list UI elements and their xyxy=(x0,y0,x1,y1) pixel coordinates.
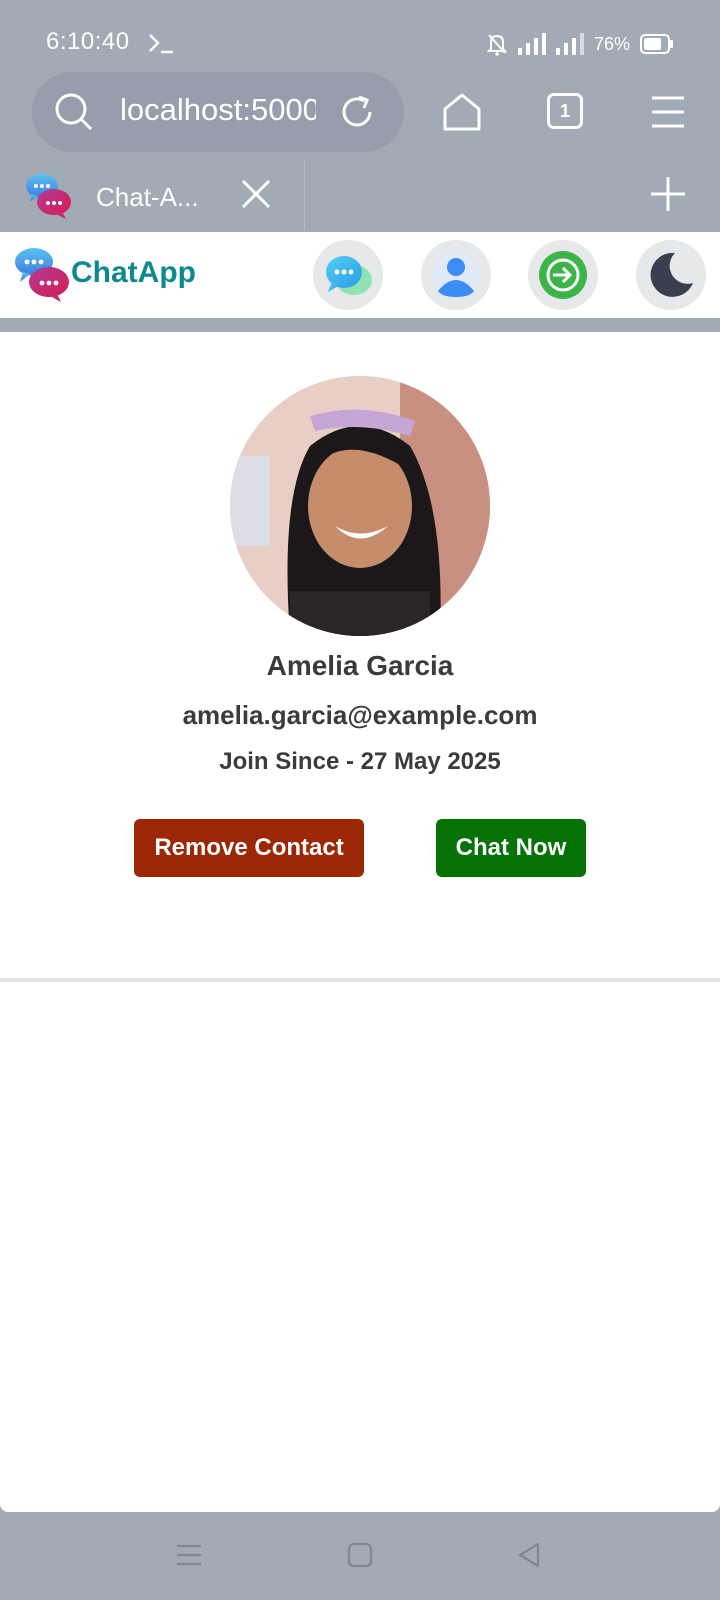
chats-nav-button[interactable] xyxy=(313,240,383,310)
remove-contact-button[interactable]: Remove Contact xyxy=(134,819,364,877)
menu-icon[interactable] xyxy=(650,94,686,130)
home-nav-icon[interactable] xyxy=(347,1542,373,1568)
moon-icon xyxy=(650,252,693,297)
battery-percentage: 76% xyxy=(593,33,630,54)
profile-name: Amelia Garcia xyxy=(266,650,454,681)
profile-avatar xyxy=(230,376,490,636)
theme-toggle-button[interactable] xyxy=(636,240,706,310)
chat-bubbles-icon xyxy=(326,256,372,295)
tab-title: Chat-A... xyxy=(96,182,199,212)
new-tab-icon[interactable] xyxy=(650,176,686,212)
login-icon xyxy=(539,251,587,299)
tab-divider xyxy=(304,160,305,230)
reload-icon[interactable] xyxy=(337,92,377,132)
profile-join-date: Join Since - 27 May 2025 xyxy=(219,748,501,775)
back-icon[interactable] xyxy=(516,1542,542,1568)
home-icon[interactable] xyxy=(441,91,483,133)
close-tab-icon[interactable] xyxy=(240,178,272,210)
app-navbar: ChatApp xyxy=(0,232,720,318)
battery-icon xyxy=(640,34,673,54)
mute-notifications-icon xyxy=(486,34,508,56)
profile-email: amelia.garcia@example.com xyxy=(182,700,538,730)
chat-favicon-icon xyxy=(26,174,71,219)
profile-card: Amelia Garcia amelia.garcia@example.com … xyxy=(0,332,720,1512)
signal-strength-2-icon xyxy=(555,33,584,55)
system-navigation-bar xyxy=(0,1512,720,1600)
url-text[interactable]: localhost:5000 xyxy=(120,92,316,128)
profile-nav-button[interactable] xyxy=(421,240,491,310)
search-icon xyxy=(55,93,93,131)
recent-apps-icon[interactable] xyxy=(176,1542,202,1568)
user-icon xyxy=(432,251,480,299)
signal-strength-icon xyxy=(517,33,546,55)
address-bar[interactable]: localhost:5000 xyxy=(32,72,404,152)
divider xyxy=(0,978,720,982)
terminal-icon xyxy=(149,34,173,54)
chat-now-button[interactable]: Chat Now xyxy=(436,819,586,877)
app-logo-icon[interactable] xyxy=(13,246,71,302)
tab-switcher-button[interactable]: 1 xyxy=(547,93,583,129)
login-nav-button[interactable] xyxy=(528,240,598,310)
status-time: 6:10:40 xyxy=(46,28,130,55)
app-brand-name[interactable]: ChatApp xyxy=(71,256,196,290)
